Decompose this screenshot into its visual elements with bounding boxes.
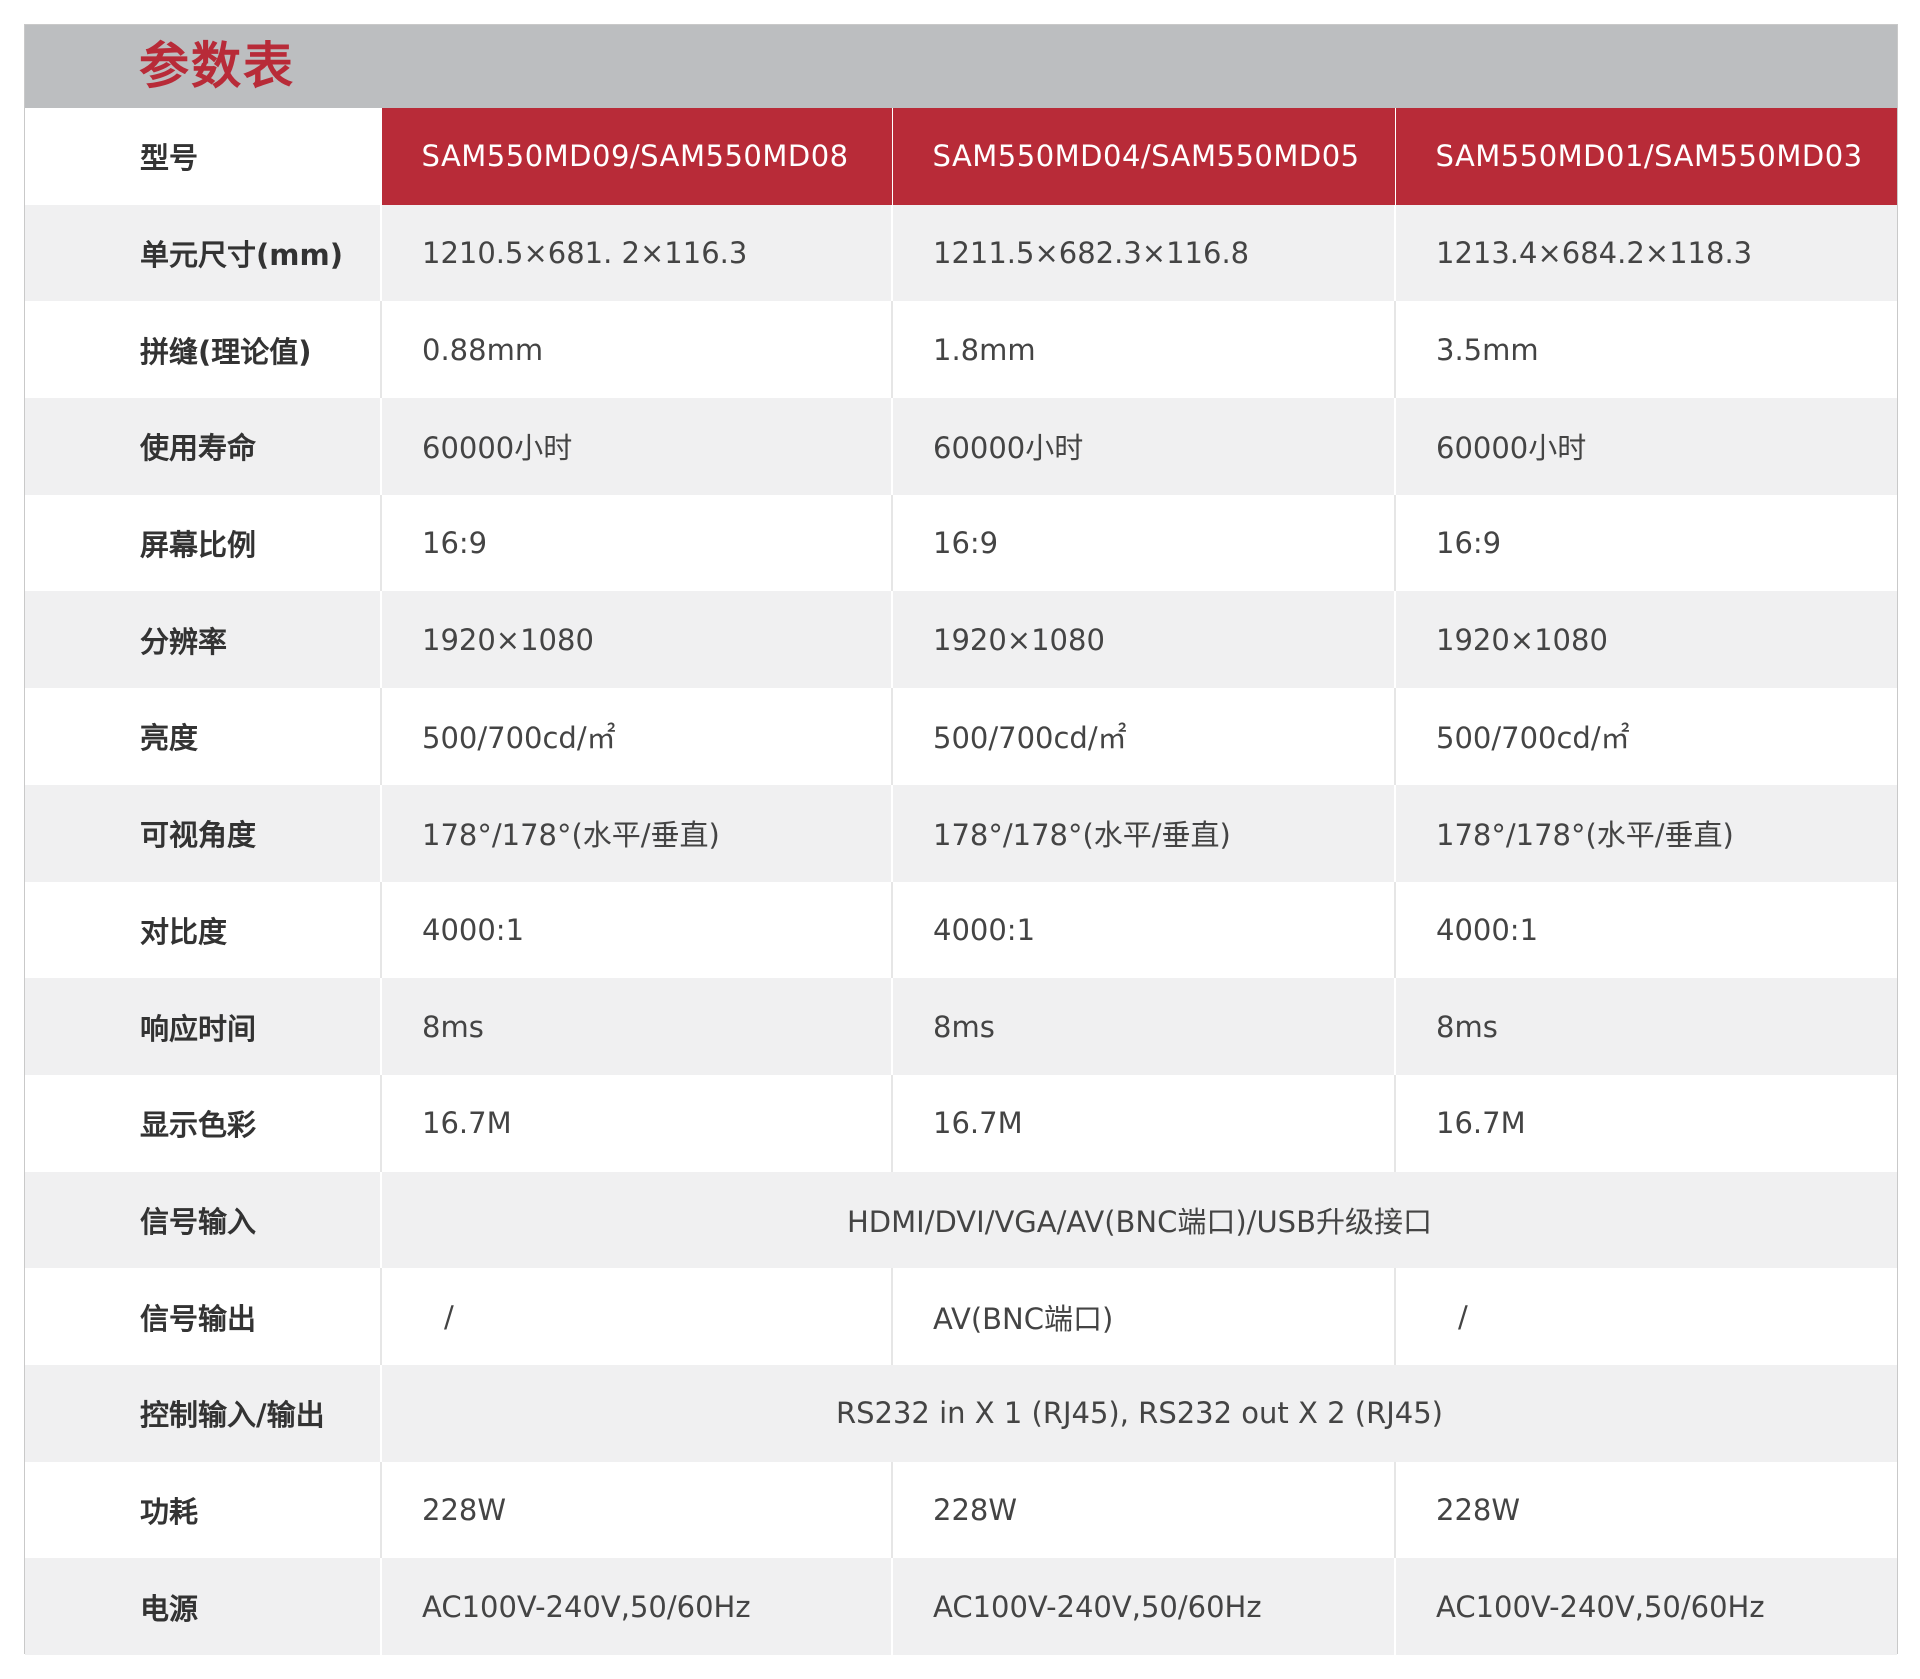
table-row: 分辨率 1920×1080 1920×1080 1920×1080: [25, 591, 1897, 689]
row-label: 信号输出: [25, 1268, 381, 1365]
cell-value: 16.7M: [1394, 1074, 1897, 1172]
cell-value: 1211.5×682.3×116.8: [891, 204, 1395, 302]
table-row: 控制输入/输出 RS232 in X 1 (RJ45), RS232 out X…: [25, 1364, 1897, 1462]
cell-value: 60000小时: [1394, 398, 1897, 495]
cell-value: 1213.4×684.2×118.3: [1394, 204, 1897, 302]
table-row: 功耗 228W 228W 228W: [25, 1461, 1897, 1559]
cell-value: AV(BNC端口): [891, 1268, 1395, 1365]
cell-value: AC100V-240V,50/60Hz: [1394, 1558, 1897, 1655]
row-label: 显示色彩: [25, 1074, 381, 1172]
cell-value: 1210.5×681. 2×116.3: [380, 204, 892, 302]
cell-value: AC100V-240V,50/60Hz: [380, 1558, 892, 1655]
cell-value: /: [380, 1268, 892, 1365]
cell-value: /: [1394, 1268, 1897, 1365]
cell-value: 228W: [1394, 1461, 1897, 1559]
row-label: 单元尺寸(mm): [25, 204, 381, 302]
table-row: 屏幕比例 16:9 16:9 16:9: [25, 494, 1897, 592]
row-label: 使用寿命: [25, 398, 381, 495]
spec-sheet: 参数表 型号 SAM550MD09/SAM550MD08 SAM550MD04/…: [24, 24, 1898, 1655]
cell-value: 8ms: [1394, 978, 1897, 1075]
table-row: 拼缝(理论值) 0.88mm 1.8mm 3.5mm: [25, 301, 1897, 399]
table-row: 响应时间 8ms 8ms 8ms: [25, 978, 1897, 1075]
model-name: SAM550MD01/SAM550MD03: [1394, 108, 1897, 205]
table-header-row: 型号 SAM550MD09/SAM550MD08 SAM550MD04/SAM5…: [25, 108, 1897, 205]
table-row: 信号输出 / AV(BNC端口) /: [25, 1268, 1897, 1365]
cell-value: 0.88mm: [380, 301, 892, 399]
cell-value: 16.7M: [380, 1074, 892, 1172]
cell-value: 16:9: [891, 494, 1395, 592]
page-title: 参数表: [139, 37, 295, 95]
row-label: 响应时间: [25, 978, 381, 1075]
row-label: 亮度: [25, 688, 381, 785]
cell-value: 16:9: [380, 494, 892, 592]
cell-value: 3.5mm: [1394, 301, 1897, 399]
cell-value: 16:9: [1394, 494, 1897, 592]
cell-value: 500/700cd/㎡: [891, 688, 1395, 785]
spec-table: 型号 SAM550MD09/SAM550MD08 SAM550MD04/SAM5…: [25, 108, 1897, 1655]
row-label: 功耗: [25, 1461, 381, 1559]
cell-value-merged: HDMI/DVI/VGA/AV(BNC端口)/USB升级接口: [380, 1171, 1897, 1269]
cell-value: 178°/178°(水平/垂直): [891, 784, 1395, 882]
cell-value: 1920×1080: [1394, 591, 1897, 689]
cell-value: 1.8mm: [891, 301, 1395, 399]
table-row: 可视角度 178°/178°(水平/垂直) 178°/178°(水平/垂直) 1…: [25, 784, 1897, 882]
table-row: 亮度 500/700cd/㎡ 500/700cd/㎡ 500/700cd/㎡: [25, 688, 1897, 785]
table-row: 单元尺寸(mm) 1210.5×681. 2×116.3 1211.5×682.…: [25, 204, 1897, 302]
cell-value: 500/700cd/㎡: [1394, 688, 1897, 785]
row-label: 电源: [25, 1558, 381, 1655]
cell-value: 4000:1: [380, 881, 892, 979]
model-name: SAM550MD09/SAM550MD08: [380, 108, 892, 205]
table-row: 电源 AC100V-240V,50/60Hz AC100V-240V,50/60…: [25, 1558, 1897, 1655]
cell-value: 16.7M: [891, 1074, 1395, 1172]
row-label: 信号输入: [25, 1171, 381, 1269]
table-row: 使用寿命 60000小时 60000小时 60000小时: [25, 398, 1897, 495]
cell-value: 178°/178°(水平/垂直): [380, 784, 892, 882]
cell-value: 60000小时: [891, 398, 1395, 495]
table-row: 对比度 4000:1 4000:1 4000:1: [25, 881, 1897, 979]
row-label: 屏幕比例: [25, 494, 381, 592]
cell-value: 178°/178°(水平/垂直): [1394, 784, 1897, 882]
table-row: 信号输入 HDMI/DVI/VGA/AV(BNC端口)/USB升级接口: [25, 1171, 1897, 1269]
row-label: 可视角度: [25, 784, 381, 882]
row-label: 控制输入/输出: [25, 1364, 381, 1462]
row-label: 拼缝(理论值): [25, 301, 381, 399]
cell-value: 228W: [380, 1461, 892, 1559]
model-name: SAM550MD04/SAM550MD05: [891, 108, 1395, 205]
row-label: 对比度: [25, 881, 381, 979]
cell-value: 4000:1: [1394, 881, 1897, 979]
cell-value: 8ms: [380, 978, 892, 1075]
cell-value: 1920×1080: [380, 591, 892, 689]
row-label: 分辨率: [25, 591, 381, 689]
cell-value: 500/700cd/㎡: [380, 688, 892, 785]
header-label: 型号: [25, 108, 381, 205]
cell-value: 4000:1: [891, 881, 1395, 979]
cell-value: 8ms: [891, 978, 1395, 1075]
cell-value: 228W: [891, 1461, 1395, 1559]
cell-value-merged: RS232 in X 1 (RJ45), RS232 out X 2 (RJ45…: [380, 1364, 1897, 1462]
title-bar: 参数表: [25, 25, 1897, 108]
cell-value: 1920×1080: [891, 591, 1395, 689]
table-row: 显示色彩 16.7M 16.7M 16.7M: [25, 1074, 1897, 1172]
cell-value: 60000小时: [380, 398, 892, 495]
cell-value: AC100V-240V,50/60Hz: [891, 1558, 1395, 1655]
